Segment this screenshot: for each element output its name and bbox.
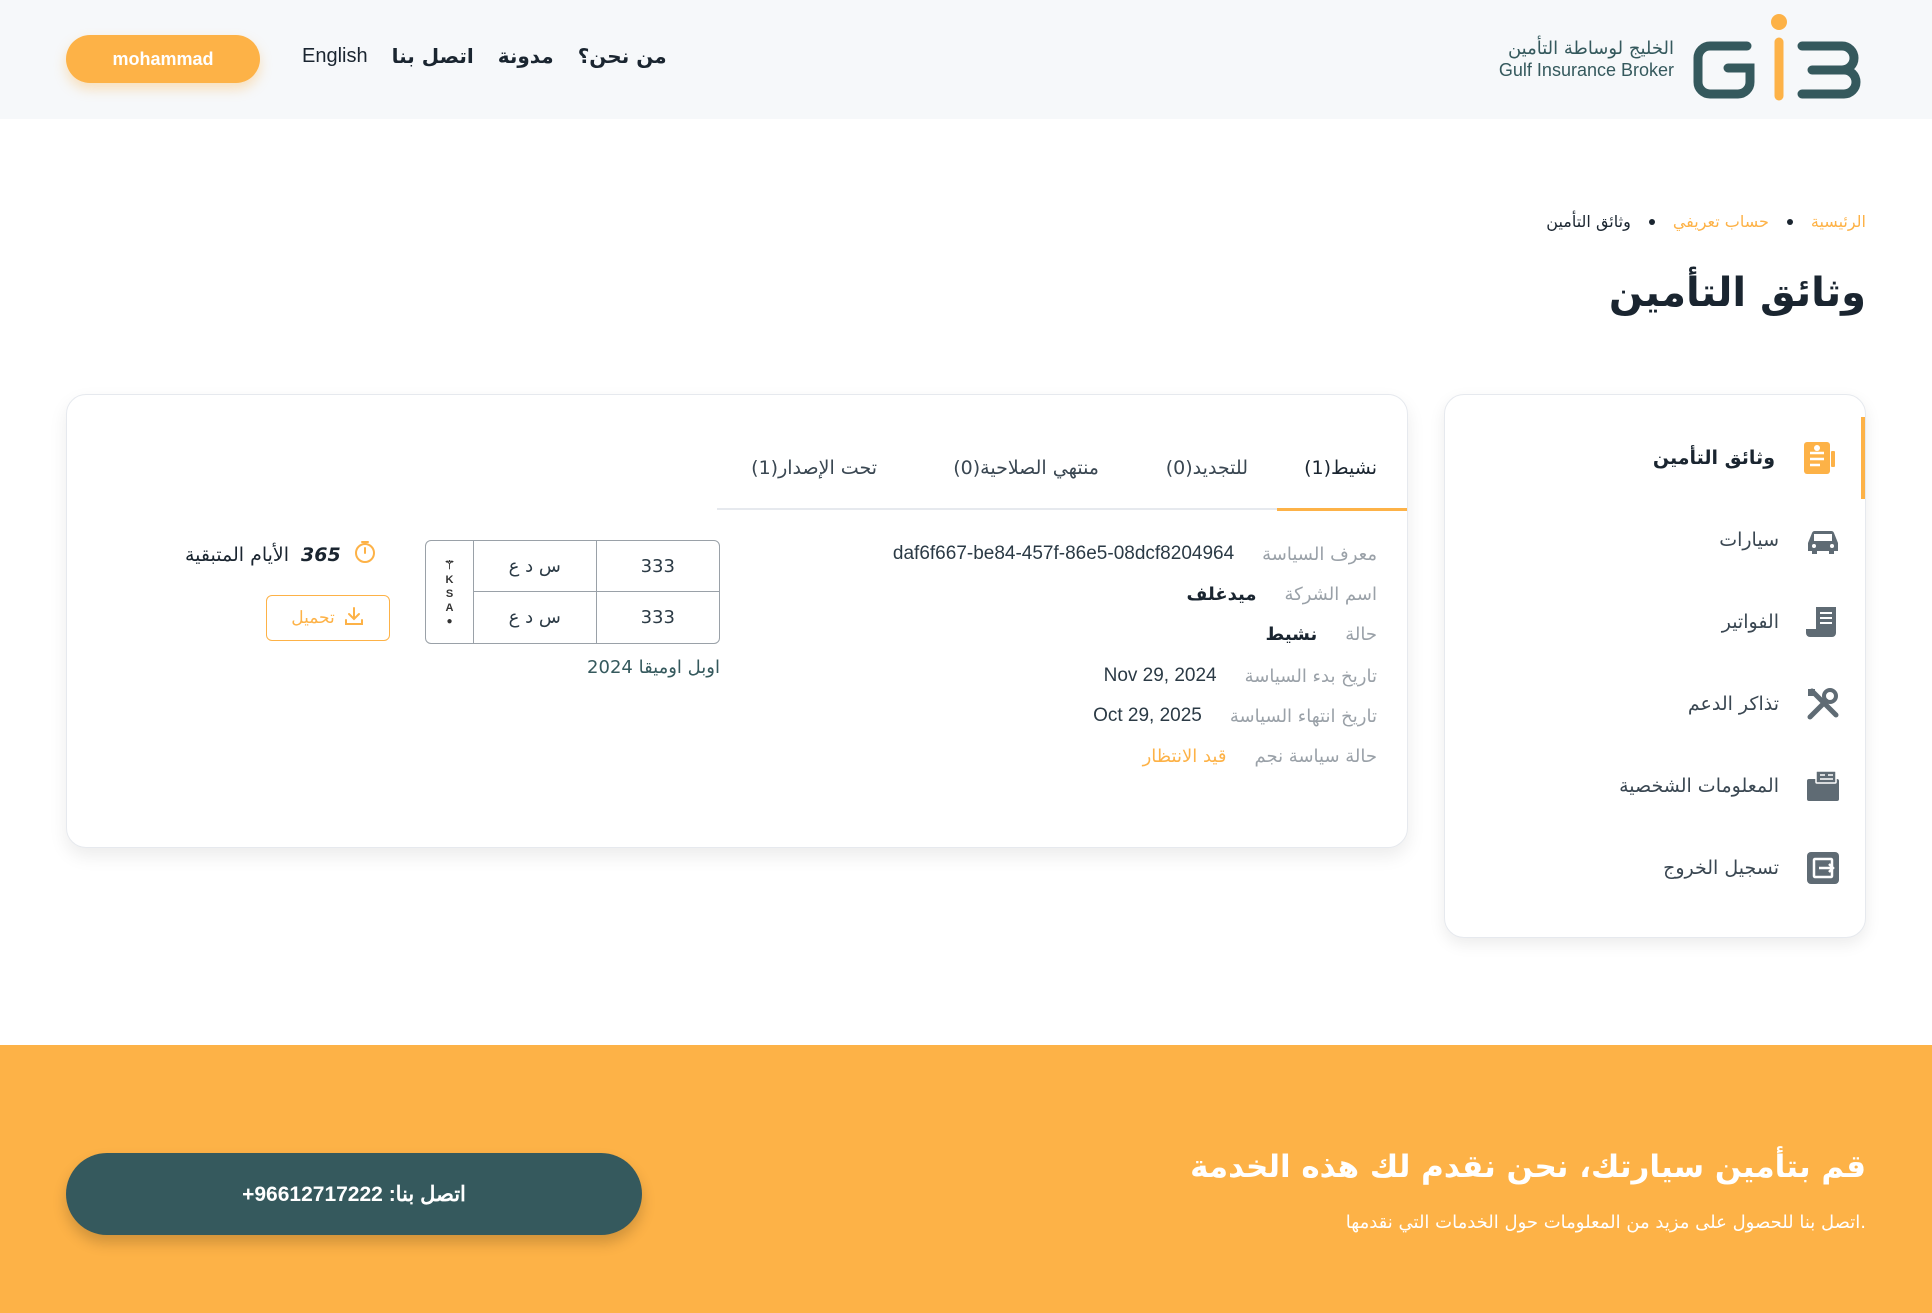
- logo-text-en: Gulf Insurance Broker: [1498, 60, 1674, 80]
- tools-icon: [1803, 684, 1843, 724]
- breadcrumb-current: وثائق التأمين: [1546, 212, 1631, 231]
- nav-blog[interactable]: مدونة: [498, 44, 554, 68]
- sidebar-item-invoices[interactable]: الفواتير: [1445, 581, 1865, 663]
- car-model: اوبل اوميقا 2024: [587, 657, 720, 678]
- status-label: حالة: [1345, 624, 1377, 645]
- sidebar: وثائق التأمين سيارات الفواتير تذاكر الدع…: [1444, 394, 1866, 938]
- end-date-label: تاريخ انتهاء السياسة: [1229, 705, 1377, 727]
- start-date-value: Nov 29, 2024: [1103, 665, 1217, 686]
- plate-ksa-s: S: [445, 587, 454, 600]
- tab-renewal[interactable]: للتجديد(0): [1166, 457, 1248, 479]
- end-date-row: تاريخ انتهاء السياسة Oct 29, 2025: [1093, 705, 1377, 727]
- main-nav: English اتصل بنا مدونة من نحن؟: [302, 44, 667, 68]
- logout-icon: [1803, 848, 1843, 888]
- status-value: نشيط: [1265, 624, 1318, 645]
- nav-language[interactable]: English: [302, 45, 368, 68]
- najm-status-label: حالة سياسة نجم: [1254, 746, 1377, 767]
- breadcrumb-profile[interactable]: حساب تعريفي: [1673, 212, 1769, 231]
- download-button[interactable]: تحميل: [266, 595, 390, 641]
- tab-active[interactable]: نشيط(1): [1304, 457, 1377, 479]
- sidebar-item-cars[interactable]: سيارات: [1445, 499, 1865, 581]
- sidebar-item-label: الفواتير: [1721, 611, 1779, 633]
- plate-number-en: 333: [640, 607, 675, 628]
- company-value: ميدغلف: [1186, 584, 1257, 605]
- sidebar-item-policies[interactable]: وثائق التأمين: [1445, 417, 1865, 499]
- policy-tabs: نشيط(1) للتجديد(0) منتهي الصلاحية(0) تحت…: [67, 395, 1407, 511]
- plate-letters-en: س د ع: [474, 592, 597, 643]
- car-icon: [1803, 520, 1843, 560]
- contact-phone-button[interactable]: اتصل بنا: 96612717222+: [66, 1153, 642, 1235]
- sidebar-item-label: وثائق التأمين: [1652, 447, 1775, 469]
- najm-status-value: قيد الانتظار: [1142, 746, 1227, 767]
- footer-title: قم بتأمين سيارتك، نحن نقدم لك هذه الخدمة: [1190, 1149, 1866, 1185]
- plate-letters-ar: س د ع: [474, 541, 597, 592]
- end-date-value: Oct 29, 2025: [1093, 705, 1202, 726]
- breadcrumb: الرئيسية حساب تعريفي وثائق التأمين: [1546, 212, 1866, 231]
- start-date-label: تاريخ بدء السياسة: [1244, 665, 1377, 687]
- plate-number-ar: 333: [596, 541, 719, 592]
- policy-id-label: معرف السياسة: [1262, 543, 1377, 565]
- footer-cta: قم بتأمين سيارتك، نحن نقدم لك هذه الخدمة…: [0, 1045, 1932, 1313]
- plate-ksa-k: K: [445, 573, 454, 586]
- nav-about[interactable]: من نحن؟: [578, 44, 667, 68]
- remaining-days-label: الأيام المتبقية: [185, 543, 290, 566]
- header: الخليج لوساطة التأمين Gulf Insurance Bro…: [0, 0, 1932, 119]
- active-tab-indicator: [1277, 508, 1407, 511]
- gib-logo-icon: [1693, 14, 1861, 101]
- status-row: حالة نشيط: [1266, 624, 1377, 645]
- start-date-row: تاريخ بدء السياسة Nov 29, 2024: [1104, 665, 1377, 687]
- logo-text: الخليج لوساطة التأمين Gulf Insurance Bro…: [1499, 39, 1674, 80]
- najm-status-row: حالة سياسة نجم قيد الانتظار: [1143, 746, 1377, 767]
- plate-grid: س د ع 333 س د ع 333: [474, 541, 719, 643]
- sidebar-item-support[interactable]: تذاكر الدعم: [1445, 663, 1865, 745]
- download-icon: [343, 605, 365, 632]
- logo-text-ar: الخليج لوساطة التأمين: [1507, 38, 1674, 60]
- sidebar-item-personal-info[interactable]: المعلومات الشخصية: [1445, 745, 1865, 827]
- plate-ksa-a: A: [445, 601, 454, 614]
- remaining-days: 365 الأيام المتبقية: [185, 539, 377, 570]
- id-card-icon: [1803, 766, 1843, 806]
- sidebar-item-logout[interactable]: تسجيل الخروج: [1445, 827, 1865, 909]
- palm-swords-icon: ⚚: [444, 557, 455, 572]
- footer-subtitle: اتصل بنا للحصول على مزيد من المعلومات حو…: [1345, 1212, 1866, 1233]
- breadcrumb-home[interactable]: الرئيسية: [1811, 212, 1866, 231]
- sidebar-item-label: تسجيل الخروج: [1663, 857, 1779, 879]
- page-title: وثائق التأمين: [1608, 270, 1866, 316]
- breadcrumb-separator: [1786, 218, 1793, 225]
- tab-expired[interactable]: منتهي الصلاحية(0): [953, 457, 1099, 479]
- plate-dot-icon: ●: [446, 615, 453, 627]
- timer-icon: [353, 539, 377, 570]
- document-icon: [1799, 438, 1839, 478]
- invoice-icon: [1803, 602, 1843, 642]
- license-plate: ⚚ K S A ● س د ع 333 س د ع 333: [425, 540, 720, 644]
- plate-ksa-strip: ⚚ K S A ●: [426, 541, 474, 643]
- company-row: اسم الشركة ميدغلف: [1187, 584, 1377, 605]
- logo[interactable]: الخليج لوساطة التأمين Gulf Insurance Bro…: [1499, 12, 1867, 108]
- policy-id-row: معرف السياسة daf6f667-be84-457f-86e5-08d…: [893, 543, 1377, 565]
- sidebar-item-label: المعلومات الشخصية: [1619, 775, 1779, 797]
- policy-id-value: daf6f667-be84-457f-86e5-08dcf8204964: [892, 543, 1235, 564]
- breadcrumb-separator: [1648, 218, 1655, 225]
- company-label: اسم الشركة: [1284, 584, 1377, 605]
- user-menu-button[interactable]: mohammad: [66, 35, 260, 83]
- download-label: تحميل: [291, 608, 335, 627]
- policies-card: نشيط(1) للتجديد(0) منتهي الصلاحية(0) تحت…: [66, 394, 1408, 848]
- remaining-days-value: 365: [301, 543, 341, 566]
- sidebar-item-label: تذاكر الدعم: [1687, 693, 1779, 715]
- sidebar-item-label: سيارات: [1719, 529, 1779, 551]
- nav-contact[interactable]: اتصل بنا: [392, 44, 474, 68]
- tab-issuing[interactable]: تحت الإصدار(1): [751, 457, 877, 479]
